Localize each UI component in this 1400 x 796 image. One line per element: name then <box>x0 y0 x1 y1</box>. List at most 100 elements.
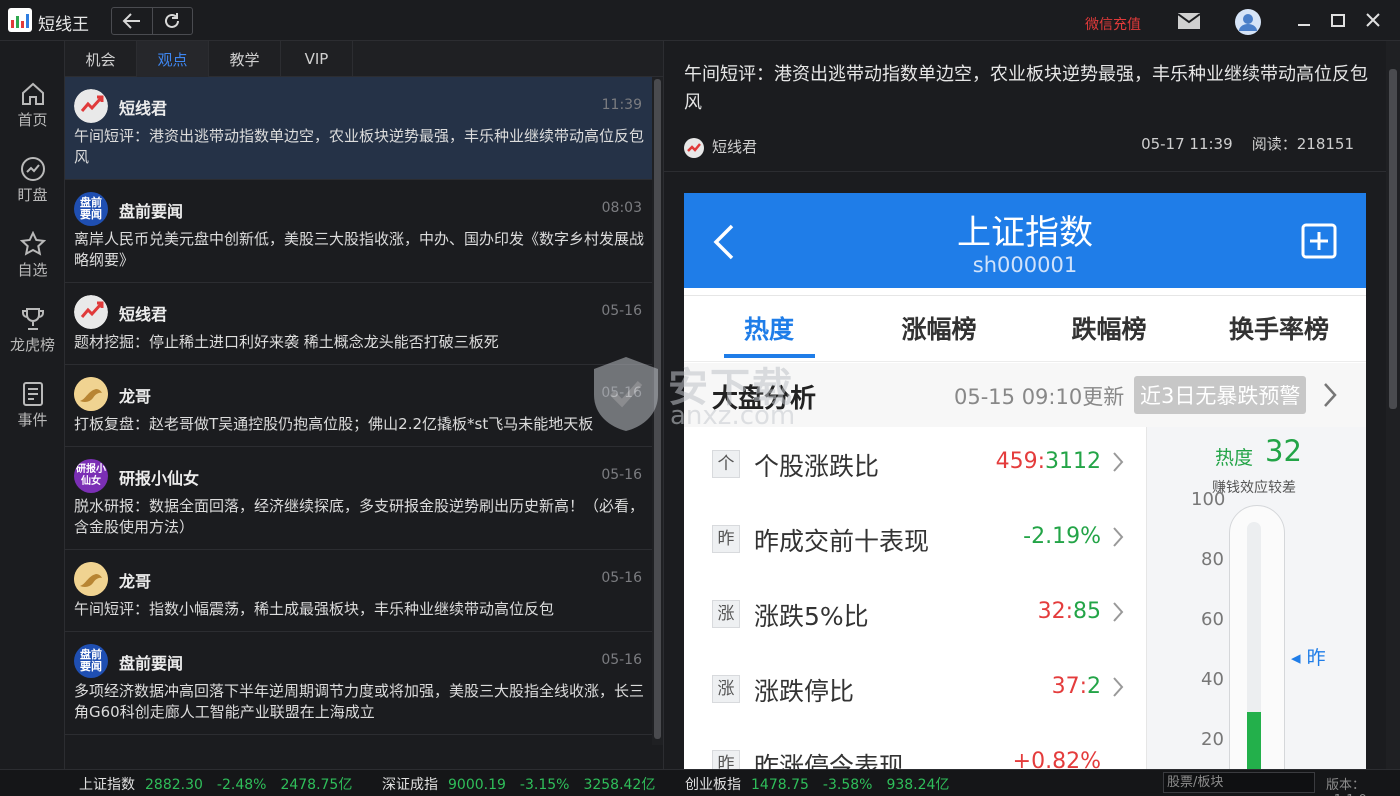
sidebar-item-home[interactable]: 首页 <box>0 81 65 151</box>
phone-tab-losers: 跌幅榜 <box>1071 315 1147 344</box>
refresh-button[interactable] <box>151 8 192 34</box>
mail-button[interactable] <box>1177 13 1201 33</box>
tab-vip[interactable]: VIP <box>281 41 353 77</box>
item-text: 午间短评：指数小幅震荡，稀土成最强板块，丰乐种业继续带动高位反包 <box>74 600 555 618</box>
article-panel: 午间短评：港资出逃带动指数单边空，农业板块逆势最强，丰乐种业继续带动高位反包风 … <box>663 41 1400 769</box>
index-name: 创业板指 <box>685 777 741 793</box>
item-time: 05-16 <box>601 385 642 401</box>
trophy-icon <box>21 308 44 330</box>
duanxianjun-avatar-icon <box>687 143 701 152</box>
gauge-tick: 60 <box>1201 609 1224 630</box>
item-time: 05-16 <box>601 303 642 319</box>
stock-search-input[interactable]: 股票/板块 <box>1163 772 1315 793</box>
mail-icon <box>1177 13 1201 29</box>
document-icon <box>22 382 43 406</box>
index-amount: 938.24亿 <box>886 777 950 793</box>
index-ticker-sh[interactable]: 上证指数 2882.30 -2.48% 2478.75亿 <box>79 774 366 794</box>
chart-line-icon <box>20 157 45 181</box>
list-item[interactable]: 盘前要闻 盘前要闻 08:03 离岸人民币兑美元盘中创新低，美股三大股指收涨，中… <box>65 180 652 283</box>
list-item[interactable]: 龙哥 05-16 午间短评：指数小幅震荡，稀土成最强板块，丰乐种业继续带动高位反… <box>65 550 652 632</box>
index-price: 2882.30 <box>145 777 203 793</box>
phone-tabs: 热度 涨幅榜 跌幅榜 换手率榜 <box>684 288 1366 362</box>
phone-tab-turnover: 换手率榜 <box>1228 315 1329 344</box>
recharge-link[interactable]: 微信充值 <box>1085 14 1141 34</box>
item-text: 脱水研报：数据全面回落，经济继续探底，多支研报金股逆势刷出历史新高！（必看，含金… <box>74 497 645 536</box>
list-item[interactable]: 短线君 05-16 题材挖掘：停止稀土进口利好来袭 稀土概念龙头能否打破三板死 <box>65 283 652 365</box>
avatar: 盘前要闻 <box>74 644 108 678</box>
article-scrollbar[interactable] <box>1386 41 1400 769</box>
article-scroll-thumb[interactable] <box>1389 69 1397 409</box>
phone-code: sh000001 <box>972 253 1078 277</box>
index-change: -2.48% <box>216 777 267 793</box>
list-item[interactable]: 龙哥 05-16 打板复盘：赵老哥做T吴通控股仍抱高位股；佛山2.2亿撬板*st… <box>65 365 652 447</box>
row-name: 个股涨跌比 <box>754 452 880 481</box>
analysis-row: 昨 昨涨停今表现 +0.82% <box>684 727 1146 769</box>
user-avatar-button[interactable] <box>1235 9 1261 39</box>
analysis-row: 涨 涨跌停比 37:2 <box>684 652 1146 727</box>
row-tag: 昨 <box>712 525 740 553</box>
list-item[interactable]: 盘前要闻 盘前要闻 05-16 多项经济数据冲高回落下半年逆周期调节力度或将加强… <box>65 632 652 735</box>
row-name: 涨跌5%比 <box>754 602 869 631</box>
phone-header: 上证指数 sh000001 <box>684 193 1366 288</box>
index-ticker-sz[interactable]: 深证成指 9000.19 -3.15% 3258.42亿 <box>382 774 669 794</box>
user-icon <box>1235 9 1261 35</box>
sidebar-item-dragon-tiger[interactable]: 龙虎榜 <box>0 306 65 376</box>
sidebar-item-favorites[interactable]: 自选 <box>0 231 65 301</box>
tab-teaching[interactable]: 教学 <box>209 41 281 77</box>
list-scroll-thumb[interactable] <box>654 79 661 739</box>
sidebar-item-events[interactable]: 事件 <box>0 381 65 451</box>
list-item[interactable]: 短线君 11:39 午间短评：港资出逃带动指数单边空，农业板块逆势最强，丰乐种业… <box>65 77 652 180</box>
close-button[interactable] <box>1366 12 1380 31</box>
list-item[interactable]: 研报小仙女 研报小仙女 05-16 脱水研报：数据全面回落，经济继续探底，多支研… <box>65 447 652 550</box>
app-window: 短线王 微信充值 首页 盯盘 自选 龙虎榜 事件 机会 观点 教学 VIP 短线… <box>0 0 1400 796</box>
minimize-button[interactable] <box>1297 12 1311 31</box>
market-analysis-header: 大盘分析 05-15 09:10更新 近3日无暴跌预警 <box>684 363 1366 427</box>
up-count: 32 <box>1037 599 1066 624</box>
tab-viewpoint[interactable]: 观点 <box>137 41 209 77</box>
item-time: 05-16 <box>601 652 642 668</box>
up-count: 459 <box>995 449 1038 474</box>
maximize-button[interactable] <box>1331 12 1345 31</box>
index-price: 9000.19 <box>448 777 506 793</box>
phone-tab-gainers: 涨幅榜 <box>901 315 977 344</box>
item-author: 短线君 <box>119 99 168 118</box>
duanxianjun-avatar-icon <box>74 89 108 123</box>
analysis-title: 大盘分析 <box>712 384 817 414</box>
author-avatar <box>684 138 704 158</box>
gauge-yesterday-marker: ◂ 昨 <box>1291 647 1326 669</box>
list-scrollbar[interactable] <box>652 77 663 745</box>
index-change: -3.15% <box>519 777 570 793</box>
article-datetime: 05-17 11:39 <box>1141 135 1233 153</box>
index-ticker-cyb[interactable]: 创业板指 1478.75 -3.58% 938.24亿 <box>685 774 963 794</box>
divider <box>684 288 1366 296</box>
item-author: 研报小仙女 <box>119 469 200 488</box>
row-value: -2.19% <box>1023 524 1101 549</box>
item-time: 05-16 <box>601 570 642 586</box>
avatar <box>74 377 108 411</box>
gauge-tick: 40 <box>1201 669 1224 690</box>
item-text: 离岸人民币兑美元盘中创新低，美股三大股指收涨，中办、国办印发《数字乡村发展战略纲… <box>74 230 645 269</box>
row-tag: 个 <box>712 450 740 478</box>
down-count: 85 <box>1073 599 1101 624</box>
row-value: +0.82% <box>1012 749 1101 769</box>
sidebar-item-label: 龙虎榜 <box>9 336 55 354</box>
item-time: 11:39 <box>601 97 642 113</box>
article-title: 午间短评：港资出逃带动指数单边空，农业板块逆势最强，丰乐种业继续带动高位反包风 <box>684 64 1368 113</box>
gauge-label: 热度 <box>1215 447 1254 469</box>
back-button[interactable] <box>112 8 152 34</box>
gauge-fill <box>1247 712 1261 769</box>
analysis-row: 个 个股涨跌比 459:3112 <box>684 427 1146 502</box>
sidebar-item-label: 盯盘 <box>17 186 48 204</box>
item-text: 午间短评：港资出逃带动指数单边空，农业板块逆势最强，丰乐种业继续带动高位反包风 <box>74 127 645 166</box>
item-author: 龙哥 <box>119 387 152 406</box>
item-author: 龙哥 <box>119 572 152 591</box>
sidebar-item-watch[interactable]: 盯盘 <box>0 156 65 226</box>
article-reads: 阅读：218151 <box>1251 135 1354 153</box>
dragon-avatar-icon <box>74 377 108 411</box>
arrow-left-icon <box>122 13 140 29</box>
app-logo-icon <box>8 8 32 32</box>
tab-opportunity[interactable]: 机会 <box>65 41 137 77</box>
phone-title: 上证指数 <box>957 213 1093 253</box>
analysis-row: 涨 涨跌5%比 32:85 <box>684 577 1146 652</box>
item-text: 打板复盘：赵老哥做T吴通控股仍抱高位股；佛山2.2亿撬板*st飞马未能地天板 <box>74 415 594 433</box>
